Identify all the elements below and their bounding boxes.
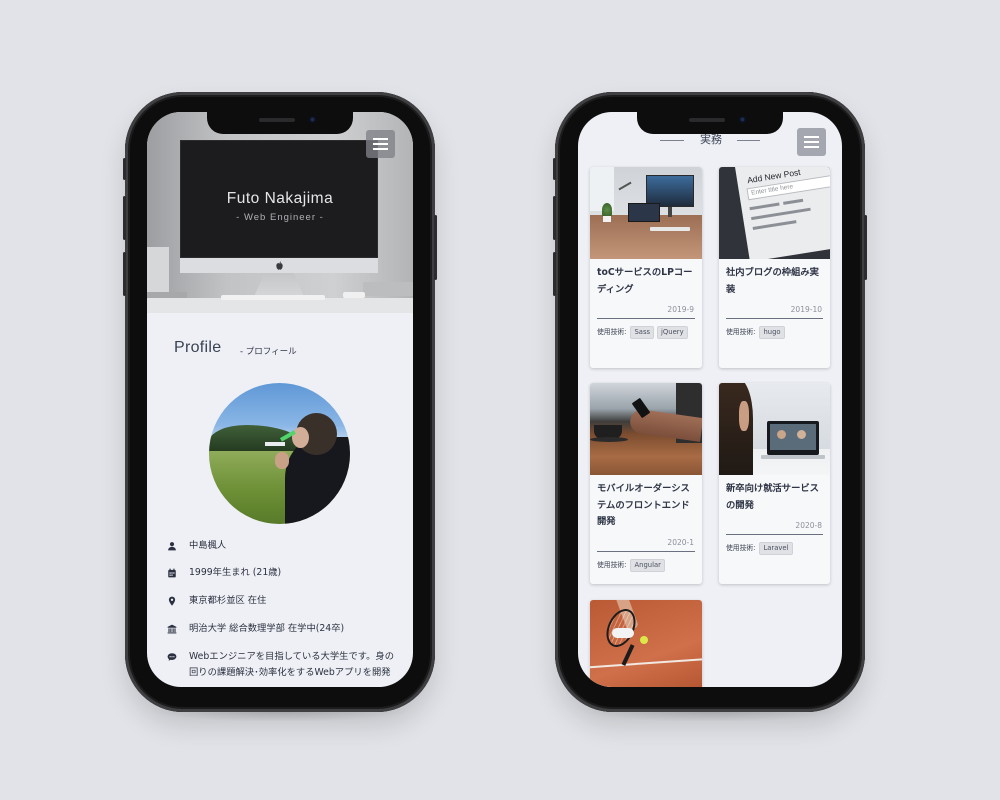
section-title: 実務 xyxy=(700,133,722,146)
tech-tag: hugo xyxy=(759,326,785,339)
work-title-line: 新卒向け就活サービス xyxy=(726,483,819,494)
volume-down-button xyxy=(553,252,556,296)
apple-logo-icon xyxy=(276,261,283,270)
tech-tag: Sass xyxy=(630,326,655,339)
work-title-line: モバイルオーダーシス xyxy=(597,483,690,494)
section-title-line-right xyxy=(737,140,760,141)
tech-row: 使用技術: Sass jQuery xyxy=(597,326,695,339)
info-message: Webエンジニアを目指している大学生です。身の 回りの課題解決･効率化をするWe… xyxy=(167,649,394,681)
tech-label: 使用技術: xyxy=(726,328,756,336)
mute-switch xyxy=(553,158,556,180)
profile-title: Profile xyxy=(174,339,222,356)
card-divider xyxy=(597,318,695,319)
info-message-text: Webエンジニアを目指している大学生です。身の 回りの課題解決･効率化をするWe… xyxy=(189,649,394,681)
phone-notch xyxy=(637,112,783,134)
work-card[interactable]: 新卒向け就活サービス の開発 2020-8 使用技術: Laravel xyxy=(719,383,830,584)
info-birth-text: 1999年生まれ (21歳) xyxy=(189,567,282,578)
calendar-icon xyxy=(168,568,176,578)
tech-tag: Laravel xyxy=(759,542,793,555)
info-residence-text: 東京都杉並区 在住 xyxy=(189,595,267,606)
work-thumbnail xyxy=(719,383,830,475)
volume-up-button xyxy=(553,196,556,240)
work-title-line: テムのフロントエンド xyxy=(597,499,690,511)
editor-screenshot: Add New Post Enter title here xyxy=(735,167,830,259)
work-card[interactable] xyxy=(590,600,702,687)
info-school: 明治大学 総合数理学部 在学中(24卒) xyxy=(167,623,344,635)
work-title-line: 開発 xyxy=(597,516,616,527)
tech-label: 使用技術: xyxy=(597,328,627,336)
work-date: 2019-9 xyxy=(667,305,694,314)
volume-down-button xyxy=(123,252,126,296)
card-divider xyxy=(726,318,823,319)
profile-screen: Futo Nakajima - Web Engineer - Profile -… xyxy=(147,112,413,687)
info-residence: 東京都杉並区 在住 xyxy=(167,595,266,607)
speaker-grill xyxy=(689,118,725,122)
tech-row: 使用技術: Angular xyxy=(597,558,695,572)
info-name: 中島楓人 xyxy=(167,540,226,552)
avatar xyxy=(209,383,350,524)
front-camera xyxy=(309,116,316,123)
message-line: Webエンジニアを目指している大学生です。身の xyxy=(189,651,394,662)
editor-title-placeholder: Enter title here xyxy=(750,183,794,197)
tech-row: 使用技術: Laravel xyxy=(726,542,823,555)
work-title: 社内ブログの枠組み実 装 xyxy=(726,259,823,298)
work-title: toCサービスのLPコー ディング xyxy=(597,259,695,298)
menu-icon xyxy=(804,136,819,138)
hero-name: Futo Nakajima xyxy=(226,190,334,207)
work-date: 2020-1 xyxy=(667,537,694,547)
speaker-grill xyxy=(259,118,295,122)
card-divider xyxy=(597,550,695,552)
phone-profile: Futo Nakajima - Web Engineer - Profile -… xyxy=(123,92,437,712)
work-title-line: ディング xyxy=(597,283,634,295)
menu-icon xyxy=(373,138,388,140)
work-title-line: 装 xyxy=(726,283,736,295)
work-thumbnail xyxy=(590,600,702,687)
info-school-text: 明治大学 総合数理学部 在学中(24卒) xyxy=(189,623,345,634)
works-screen: 実務 toCサービスのLPコー ディング 2019-9 使用技術: Sass j… xyxy=(578,112,842,687)
info-name-text: 中島楓人 xyxy=(189,540,227,551)
tech-label: 使用技術: xyxy=(726,544,756,552)
chat-icon xyxy=(167,653,177,661)
work-title: モバイルオーダーシス テムのフロントエンド 開発 xyxy=(597,475,695,531)
work-title: 新卒向け就活サービス の開発 xyxy=(726,475,823,514)
info-birth: 1999年生まれ (21歳) xyxy=(167,567,281,579)
tech-tag: jQuery xyxy=(657,326,688,339)
work-title-line: 社内ブログの枠組み実 xyxy=(726,267,819,278)
mute-switch xyxy=(123,158,126,180)
work-date: 2019-10 xyxy=(790,305,822,314)
power-button xyxy=(434,215,437,280)
profile-subtitle: - プロフィール xyxy=(240,347,297,357)
phone-works: 実務 toCサービスのLPコー ディング 2019-9 使用技術: Sass j… xyxy=(553,92,867,712)
tech-tag: Angular xyxy=(630,558,665,572)
work-title-line: の開発 xyxy=(726,499,754,511)
work-card[interactable]: toCサービスのLPコー ディング 2019-9 使用技術: Sass jQue… xyxy=(590,167,702,368)
hero-monitor: Futo Nakajima - Web Engineer - xyxy=(180,140,378,258)
hero-role: - Web Engineer - xyxy=(236,212,324,223)
power-button xyxy=(864,215,867,280)
work-date: 2020-8 xyxy=(795,521,822,530)
user-icon xyxy=(168,542,176,551)
volume-up-button xyxy=(123,196,126,240)
menu-button[interactable] xyxy=(797,128,826,156)
work-thumbnail xyxy=(590,167,702,259)
work-card[interactable]: Add New Post Enter title here 社内ブログの枠組み実… xyxy=(719,167,830,368)
university-icon xyxy=(167,624,177,634)
work-thumbnail xyxy=(590,383,702,475)
work-thumbnail: Add New Post Enter title here xyxy=(719,167,830,259)
phone-notch xyxy=(207,112,353,134)
menu-button[interactable] xyxy=(366,130,395,158)
section-title-line-left xyxy=(660,140,684,141)
work-card[interactable]: モバイルオーダーシス テムのフロントエンド 開発 2020-1 使用技術: An… xyxy=(590,383,702,584)
tech-row: 使用技術: hugo xyxy=(726,326,823,339)
message-line: 回りの課題解決･効率化をするWebアプリを開発 xyxy=(189,667,391,678)
work-title-line: toCサービスのLPコー xyxy=(597,267,693,278)
tech-label: 使用技術: xyxy=(597,560,627,569)
map-pin-icon xyxy=(168,596,176,606)
front-camera xyxy=(739,116,746,123)
card-divider xyxy=(726,534,823,535)
